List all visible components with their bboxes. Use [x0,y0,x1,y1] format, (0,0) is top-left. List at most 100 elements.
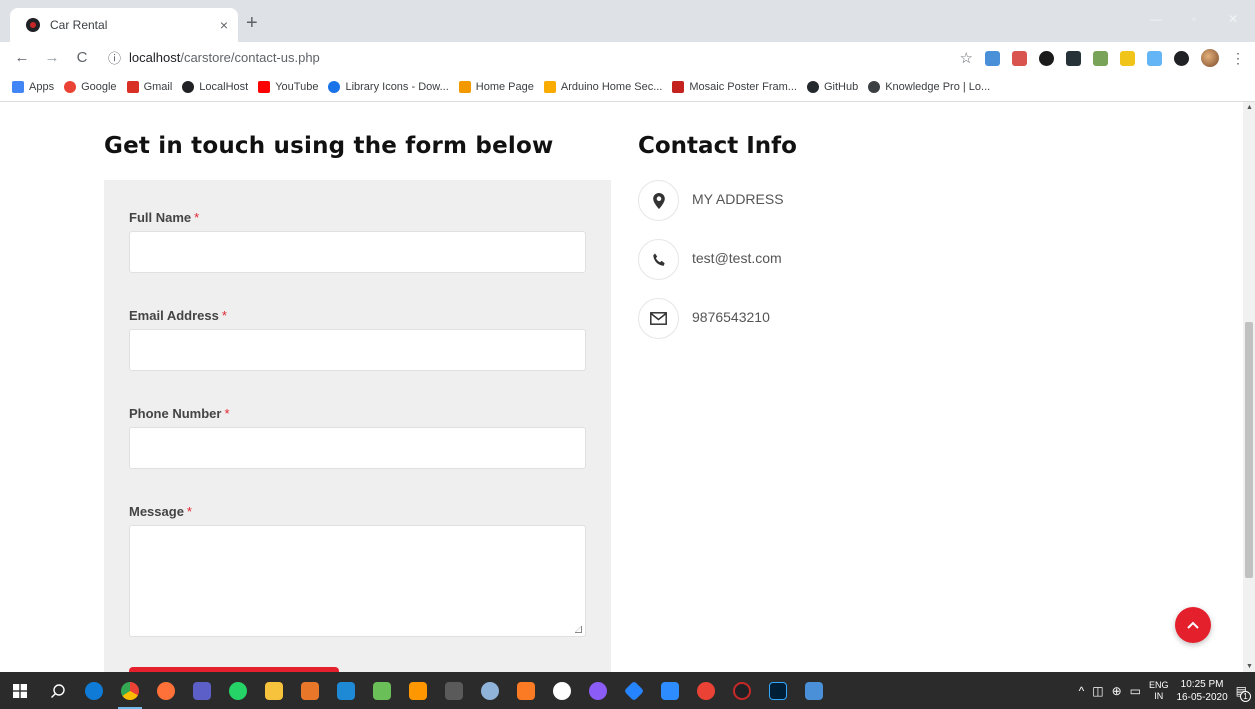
language-indicator[interactable]: ENG IN [1149,680,1169,702]
email-input[interactable] [129,329,586,371]
taskbar-edge[interactable] [76,672,112,709]
bookmark-github[interactable]: GitHub [806,80,858,93]
gmail-icon [126,80,139,93]
taskbar-localhost[interactable] [724,672,760,709]
bookmark-arduino[interactable]: Arduino Home Sec... [543,80,663,93]
contact-form: Full Name * Email Address * Phone Number * … [104,180,611,672]
extension-leaf-icon[interactable] [1093,50,1108,66]
bookmark-library-icons[interactable]: Library Icons - Dow... [328,80,449,93]
maximize-button[interactable]: ▫ [1192,12,1196,26]
phone-text[interactable]: 9876543210 [692,309,770,325]
extension-pen-icon[interactable] [1120,50,1135,66]
extension-download-icon[interactable] [1174,50,1189,66]
library-icon [328,80,341,93]
tab-car-rental[interactable]: Car Rental × [10,8,238,42]
scrollbar-thumb[interactable] [1245,322,1253,578]
network-icon[interactable]: ◫ [1092,684,1103,698]
taskbar-snip[interactable] [292,672,328,709]
start-button[interactable] [0,683,40,698]
site-info-icon[interactable]: ⓘ [108,48,121,67]
taskbar-paint[interactable] [472,672,508,709]
back-arrow-icon[interactable]: ← [14,49,30,66]
required-marker: * [221,308,227,323]
forward-arrow-icon[interactable]: → [44,49,60,66]
clock-time: 10:25 PM [1180,678,1224,690]
search-icon [51,683,65,698]
taskbar-notepad[interactable] [364,672,400,709]
bookmark-localhost[interactable]: LocalHost [182,80,248,93]
globe-icon[interactable]: ⊕ [1112,684,1122,698]
notification-center-icon[interactable]: ▤ 1 [1236,684,1251,702]
notepad-icon [373,681,391,700]
bookmark-label: Library Icons - Dow... [345,80,449,93]
bookmark-mosaic[interactable]: Mosaic Poster Fram... [672,80,797,93]
extension-pdf-icon[interactable] [1012,50,1027,66]
page-scrollbar[interactable]: ▲ ▼ [1243,102,1255,672]
scroll-to-top-button[interactable] [1175,607,1211,643]
localhost-app-icon [733,681,751,700]
extension-box-icon[interactable] [1066,50,1081,66]
profile-avatar[interactable] [1201,49,1219,67]
bookmark-home-page[interactable]: Home Page [458,80,534,93]
taskbar-whatsapp[interactable] [220,672,256,709]
apps-grid-icon [12,80,24,93]
url-host: localhost [129,49,181,65]
new-tab-button[interactable]: + [246,12,258,35]
bookmark-star-icon[interactable]: ☆ [960,49,973,67]
battery-icon[interactable]: ▭ [1130,684,1141,698]
chrome-icon [121,681,139,700]
extension-dark-icon[interactable] [1039,50,1054,66]
taskbar-obs[interactable] [580,672,616,709]
message-textarea[interactable] [129,525,586,637]
taskbar-gmail[interactable] [688,672,724,709]
extension-grid-icon[interactable] [985,50,1000,66]
show-hidden-icons-chevron-icon[interactable]: ^ [1079,684,1085,698]
taskbar-chrome[interactable] [112,672,148,709]
youtube-icon [258,80,271,93]
site-favicon-icon [26,18,40,32]
bookmark-youtube[interactable]: YouTube [258,80,318,93]
taskbar-vscode[interactable] [328,672,364,709]
bookmark-google[interactable]: Google [64,80,117,93]
minimize-button[interactable]: — [1150,12,1162,26]
taskbar-github[interactable] [544,672,580,709]
sublime-icon [409,681,427,700]
bookmark-label: Knowledge Pro | Lo... [885,80,991,93]
taskbar-sublime[interactable] [400,672,436,709]
email-text[interactable]: test@test.com [692,250,782,266]
scroll-down-arrow-icon[interactable]: ▼ [1246,663,1253,670]
bookmark-knowledge-pro[interactable]: Knowledge Pro | Lo... [868,80,991,93]
teams-icon [193,681,211,700]
envelope-icon [638,298,679,339]
mosaic-icon [672,80,685,93]
taskbar-photoshop[interactable] [760,672,796,709]
firefox-icon [157,681,175,700]
taskbar-terminal[interactable] [436,672,472,709]
bookmark-gmail[interactable]: Gmail [126,80,172,93]
taskbar-ime[interactable] [796,672,832,709]
url-path: /carstore/contact-us.php [180,49,320,65]
full-name-input[interactable] [129,231,586,273]
extension-swirl-icon[interactable] [1147,50,1162,66]
tab-strip: Car Rental × + — ▫ ✕ [0,0,1255,42]
scroll-up-arrow-icon[interactable]: ▲ [1246,104,1253,111]
taskbar-zoom[interactable] [652,672,688,709]
resize-grip-icon[interactable] [575,626,582,633]
taskbar-file-explorer[interactable] [256,672,292,709]
taskbar-sourcetree[interactable] [616,672,652,709]
vscode-icon [337,681,355,700]
clock[interactable]: 10:25 PM 16-05-2020 [1177,678,1228,704]
taskbar-firefox[interactable] [148,672,184,709]
bookmark-label: Arduino Home Sec... [560,80,663,93]
tab-close-icon[interactable]: × [220,17,228,33]
bookmark-apps[interactable]: Apps [12,80,54,93]
phone-input[interactable] [129,427,586,469]
reload-icon[interactable]: C [74,49,90,66]
url-field[interactable]: localhost/carstore/contact-us.php [129,50,320,65]
search-button[interactable] [40,672,76,709]
menu-kebab-icon[interactable]: ⋮ [1231,50,1245,67]
phone-label: Phone Number * [129,406,230,421]
taskbar-xampp[interactable] [508,672,544,709]
taskbar-teams[interactable] [184,672,220,709]
close-window-button[interactable]: ✕ [1228,12,1238,26]
